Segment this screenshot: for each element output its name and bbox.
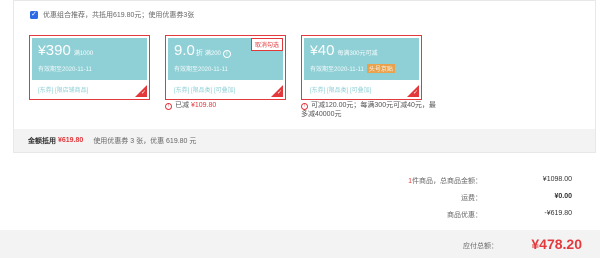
check-icon: ✓ [140,90,146,96]
deduct-label: 金额抵用 [28,137,56,145]
coupon-2-note: ! 已减 ¥109.80 [165,101,216,110]
combo-text: 优惠组合推荐，共抵用619.80元；使用优惠券3张 [43,12,195,19]
coupon-amount: 390 [45,42,71,59]
deduction-bar: 金额抵用 ¥619.80 使用优惠券 3 张，优惠 619.80 元 [14,129,595,152]
coupon-face: ¥ 390 满1000 有效期至2020-11-11 [32,38,147,80]
combo-checkbox[interactable]: ✓ [30,11,38,19]
shipping-amount: ¥0.00 [554,193,572,200]
note-text: 可减120.00元；每满300元可减40元，最多减40000元 [301,102,436,118]
check-icon: ✓ [412,90,418,96]
coupon-valid-date: 有效期至2020-11-11 头号京贴 [310,64,419,73]
coupon-valid-date: 有效期至2020-11-11 [38,67,92,73]
combo-recommend-row[interactable]: ✓ 优惠组合推荐，共抵用619.80元；使用优惠券3张 [30,10,194,20]
coupon-amount: 9.0 [174,42,195,59]
deduct-desc: 使用优惠券 3 张，优惠 619.80 元 [93,137,197,145]
payable-label: 应付总额： [463,243,498,250]
jingtie-badge: 头号京贴 [366,64,395,73]
items-label: 1件商品，总商品金额： [362,176,482,186]
coupon-card-3[interactable]: ¥ 40 每满300元可减 有效期至2020-11-11 头号京贴 [东券] [限… [301,35,422,100]
coupon-valid-date: 有效期至2020-11-11 [174,67,228,73]
summary-shipping-row: 运费： ¥0.00 [362,193,572,203]
alert-icon: ! [165,103,172,110]
deduct-value: ¥619.80 [58,137,84,144]
payable-amount: ¥478.20 [531,236,582,252]
note-prefix: 已减 [175,102,189,109]
coupon-valid-text: 有效期至2020-11-11 [310,67,364,73]
cancel-select-button[interactable]: 取消勾选 [250,38,283,51]
payable-bar: 应付总额： ¥478.20 [0,230,600,258]
coupon-tags: [东券] [限品类] [可叠加] [310,88,372,94]
coupon-card-1[interactable]: ¥ 390 满1000 有效期至2020-11-11 [东券] [限店铺商品] … [29,35,150,100]
coupon-currency: ¥ [310,42,318,58]
coupon-tags: [东券] [限品类] [可叠加] [174,88,236,94]
coupon-face: ¥ 40 每满300元可减 有效期至2020-11-11 头号京贴 [304,38,419,80]
coupon-card-2[interactable]: 9.0 折 满200 i 有效期至2020-11-11 [东券] [限品类] [… [165,35,286,100]
coupon-condition: 满1000 [73,51,94,57]
shipping-label: 运费： [461,195,482,202]
alert-icon: ! [301,103,308,110]
items-amount: ¥1098.00 [542,176,572,183]
coupon-amount: 40 [317,42,335,59]
note-value: ¥109.80 [190,102,217,109]
coupon-condition: 满200 [204,51,221,57]
items-label-text: 件商品，总商品金额： [412,178,482,185]
check-icon: ✓ [276,90,282,96]
summary-discount-row: 商品优惠： -¥619.80 [362,210,572,220]
coupon-currency: ¥ [38,42,46,58]
coupon-condition: 每满300元可减 [337,51,378,57]
summary-items-row: 1件商品，总商品金额： ¥1098.00 [362,176,572,186]
info-icon[interactable]: i [222,50,231,58]
discount-amount: -¥619.80 [544,210,572,217]
coupon-tags: [东券] [限店铺商品] [38,88,89,94]
discount-label: 商品优惠： [447,212,482,219]
coupon-3-note: ! 可减120.00元；每满300元可减40元，最多减40000元 [301,101,436,119]
coupon-unit: 折 [195,50,203,57]
